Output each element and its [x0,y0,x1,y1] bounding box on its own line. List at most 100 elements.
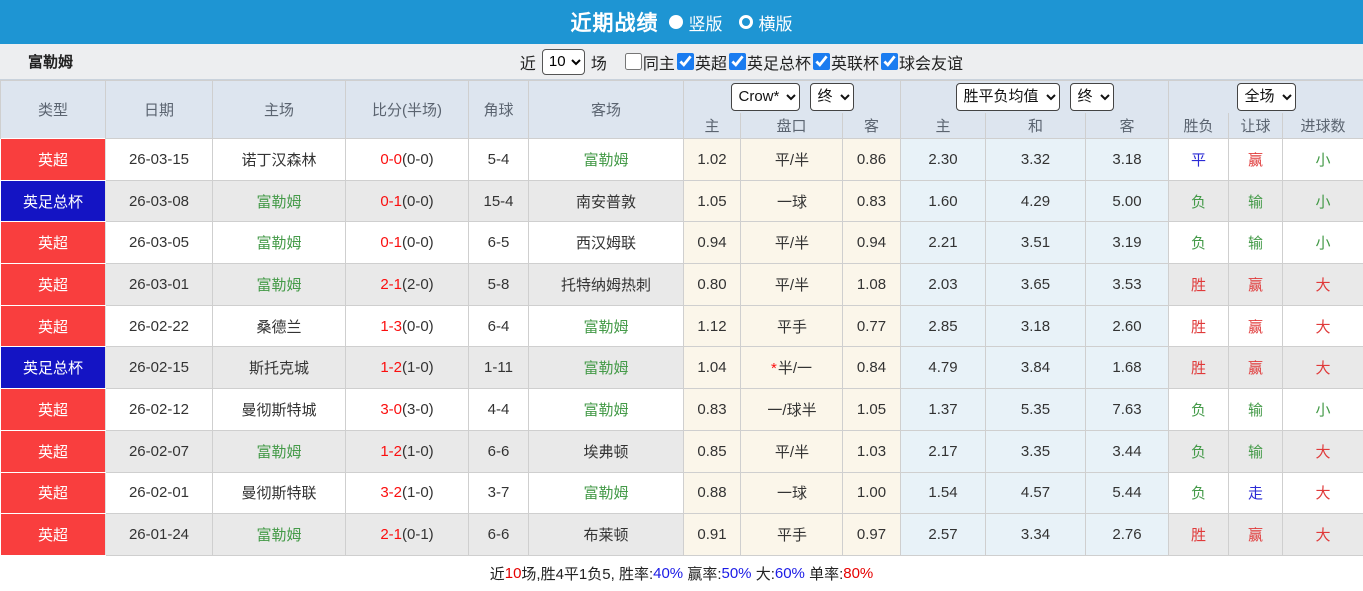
euro-draw-odds: 3.84 [985,346,1087,390]
handicap-line: 平/半 [740,138,843,181]
away-team: 南安普敦 [528,179,684,223]
table-row: 英超 26-03-01 富勒姆 2-1(2-0) 5-8 托特纳姆热刺 0.80… [0,263,1363,306]
away-team: 布莱顿 [528,513,684,556]
euro-home-odds: 2.57 [900,513,987,556]
asian-home-odds: 0.80 [683,263,741,306]
result-goals: 大 [1282,263,1363,306]
layout-radio-selected[interactable]: 竖版 [668,10,723,35]
corners: 6-6 [468,513,529,556]
result-goals: 小 [1282,388,1363,431]
result-wdl: 胜 [1168,304,1230,348]
asian-odds-time-select[interactable]: 终 [809,82,854,111]
corners: 6-6 [468,429,529,473]
euro-away-odds: 2.76 [1085,513,1170,556]
league-filter-group: 同主 英超 英足总杯 英联杯 球会友谊 [624,50,963,74]
europe-odds-time-select[interactable]: 终 [1069,82,1114,111]
away-team: 埃弗顿 [528,429,684,473]
score-cell: 0-1(0-0) [345,179,469,223]
halftime-score: (1-0) [402,442,434,460]
radio-icon[interactable] [738,15,753,29]
euro-draw-odds: 4.29 [985,179,1087,223]
filter-英超[interactable]: 英超 [676,50,727,74]
recent-label: 近 [519,55,536,73]
filter-同主[interactable]: 同主 [624,50,675,74]
asian-away-odds: 0.97 [841,513,902,556]
filter-球会友谊[interactable]: 球会友谊 [880,50,963,74]
summary-segment: 赢率: [683,566,722,584]
asian-home-odds: 1.02 [683,138,741,181]
handicap-line: 平手 [740,513,843,556]
result-wdl: 负 [1168,429,1230,473]
asian-home-odds: 1.12 [683,304,741,348]
euro-home-odds: 2.03 [900,263,987,306]
summary-segment: 场,胜4平1负5, 胜率: [521,566,654,584]
fulltime-score: 1-2 [380,359,402,377]
match-date: 26-03-15 [105,138,213,181]
filter-checkbox[interactable] [624,53,642,70]
score-cell: 3-2(1-0) [345,471,469,515]
match-date: 26-03-08 [105,179,213,223]
recent-count-select[interactable]: 10 [541,48,585,75]
filter-checkbox[interactable] [880,53,898,70]
result-goals: 小 [1282,221,1363,265]
euro-home-odds: 4.79 [900,346,987,390]
euro-draw-odds: 4.57 [985,471,1087,515]
result-wdl: 负 [1168,388,1230,431]
away-team: 富勒姆 [528,471,684,515]
filter-英联杯[interactable]: 英联杯 [812,50,879,74]
asian-odds-group-header: Crow* 终 [682,80,902,113]
period-select[interactable]: 全场 [1236,82,1296,111]
fulltime-score: 2-1 [380,275,402,293]
corners: 5-8 [468,263,529,306]
page-title: 近期战绩 [570,12,659,35]
handicap-text: 半/一 [777,360,812,378]
asian-home-odds: 0.94 [683,221,741,265]
bookmaker-select[interactable]: Crow* [730,82,800,111]
summary-segment: 40% [653,565,684,583]
table-row: 英超 26-03-05 富勒姆 0-1(0-0) 6-5 西汉姆联 0.94 平… [0,221,1363,265]
subcol-euro-draw: 和 [985,112,1087,139]
corners: 4-4 [468,388,529,431]
result-goals: 大 [1282,346,1363,390]
filter-checkbox[interactable] [676,53,694,70]
table-row: 英超 26-02-12 曼彻斯特城 3-0(3-0) 4-4 富勒姆 0.83 … [0,388,1363,431]
handicap-text: 平/半 [774,276,810,294]
filter-label: 同主 [642,55,675,73]
handicap-line: 一球 [740,179,843,223]
match-date: 26-02-15 [105,346,213,390]
table-row: 英足总杯 26-02-15 斯托克城 1-2(1-0) 1-11 富勒姆 1.0… [0,346,1363,390]
filter-checkbox[interactable] [812,53,830,70]
summary-segment: 60% [774,565,805,583]
filter-checkbox[interactable] [728,53,746,70]
euro-draw-odds: 3.51 [985,221,1087,265]
layout-radio-unselected[interactable]: 横版 [738,10,793,35]
asian-home-odds: 1.05 [683,179,741,223]
euro-draw-odds: 3.34 [985,513,1087,556]
subcol-result-wdl: 胜负 [1168,112,1230,139]
result-goals: 小 [1282,138,1363,181]
fulltime-score: 1-3 [380,317,402,335]
match-type-badge: 英足总杯 [0,179,106,223]
col-header-type: 类型 [0,80,106,139]
europe-odds-select[interactable]: 胜平负均值 [955,82,1060,111]
handicap-line: 平手 [740,304,843,348]
result-handicap: 赢 [1228,513,1284,556]
home-team: 富勒姆 [212,263,346,306]
euro-draw-odds: 3.18 [985,304,1087,348]
subcol-asian-home: 主 [683,112,741,139]
euro-home-odds: 2.30 [900,138,987,181]
title-bar: 近期战绩 竖版 横版 [0,0,1363,44]
handicap-line: 平/半 [740,221,843,265]
subcol-handicap: 盘口 [740,112,843,139]
score-cell: 2-1(2-0) [345,263,469,306]
result-wdl: 平 [1168,138,1230,181]
subcol-result-goals: 进球数 [1282,112,1363,139]
table-row: 英超 26-02-07 富勒姆 1-2(1-0) 6-6 埃弗顿 0.85 平/… [0,429,1363,473]
halftime-score: (1-0) [402,484,434,502]
match-date: 26-02-07 [105,429,213,473]
radio-icon[interactable] [668,15,683,29]
corners: 15-4 [468,179,529,223]
filter-英足总杯[interactable]: 英足总杯 [728,50,811,74]
filter-bar: 富勒姆 近 10 场 同主 英超 英足总杯 英联杯 球会友谊 [0,44,1363,80]
asian-away-odds: 1.05 [841,388,902,431]
